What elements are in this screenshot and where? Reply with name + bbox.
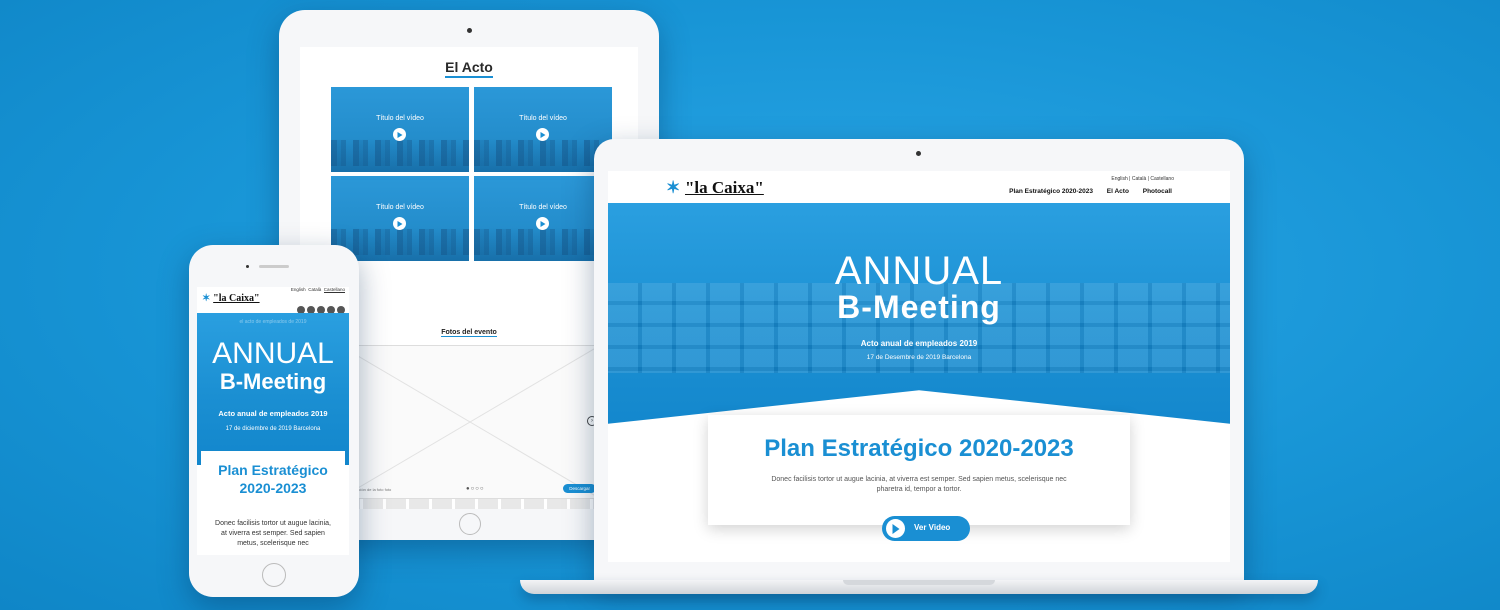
laptop-notch <box>843 580 995 585</box>
laptop-camera <box>916 151 921 156</box>
section-title: El Acto <box>300 59 638 78</box>
download-button[interactable]: Descargar <box>563 484 596 493</box>
video-card[interactable]: Título del vídeo <box>474 87 612 172</box>
phone-screen: ✶ "la Caixa" English Català Castellano e… <box>197 287 349 555</box>
laptop-device: ✶ "la Caixa" English | Català | Castella… <box>594 139 1244 584</box>
hero-date: 17 de diciembre de 2019 Barcelona <box>225 426 321 432</box>
video-card[interactable]: Título del vídeo <box>331 87 469 172</box>
play-icon[interactable] <box>536 217 549 230</box>
hero-title-line1: ANNUAL <box>834 249 1004 293</box>
brand-logo[interactable]: ✶ "la Caixa" <box>202 293 260 304</box>
play-icon[interactable] <box>393 128 406 141</box>
lang-english[interactable]: English <box>291 287 306 292</box>
plan-card: Plan Estratégico 2020-2023 Donec facilis… <box>201 451 345 555</box>
hero-title-line2: B-Meeting <box>219 369 327 394</box>
language-switcher[interactable]: English | Català | Castellano <box>1111 176 1174 182</box>
video-card[interactable]: Título del vídeo <box>474 176 612 261</box>
hero-banner: el acto de empleados de 2019 ANNUAL B-Me… <box>197 313 349 465</box>
phone-home-button <box>262 563 286 587</box>
plan-text: Donec facilisis tortor ut augue lacinia,… <box>215 520 331 547</box>
lang-castellano[interactable]: Castellano <box>323 287 345 293</box>
thumbnail-strip[interactable] <box>340 499 600 509</box>
video-title: Título del vídeo <box>519 115 567 122</box>
play-icon[interactable] <box>536 128 549 141</box>
carousel-dots[interactable]: ●○○○ <box>466 486 485 492</box>
laptop-screen: ✶ "la Caixa" English | Català | Castella… <box>608 171 1230 562</box>
play-icon <box>886 519 905 538</box>
main-menu: Plan Estratégico 2020-2023 El Acto Photo… <box>997 188 1172 195</box>
phone-speaker <box>259 265 289 268</box>
photo-gallery[interactable]: ‹ › Descripción de la foto foto ●○○○ Des… <box>337 345 600 499</box>
image-placeholder-icon <box>341 346 599 498</box>
star-logo-icon: ✶ <box>666 178 681 197</box>
plan-text: Donec facilisis tortor ut augue lacinia,… <box>771 476 1067 493</box>
menu-item-plan[interactable]: Plan Estratégico 2020-2023 <box>1009 188 1093 195</box>
language-switcher: English Català Castellano <box>291 287 345 293</box>
video-title: Título del vídeo <box>519 204 567 211</box>
video-title: Título del vídeo <box>376 204 424 211</box>
brand-logo[interactable]: ✶ "la Caixa" <box>666 178 764 198</box>
phone-camera <box>246 265 249 268</box>
play-icon[interactable] <box>393 217 406 230</box>
top-nav: ✶ "la Caixa" English | Català | Castella… <box>608 171 1230 203</box>
video-card[interactable]: Título del vídeo <box>331 176 469 261</box>
star-logo-icon: ✶ <box>202 293 211 304</box>
menu-item-photocall[interactable]: Photocall <box>1143 188 1172 195</box>
hero-date: 17 de Desembre de 2019 Barcelona <box>866 354 972 361</box>
ver-video-button[interactable]: Ver Video <box>882 516 970 541</box>
lang-catala[interactable]: Català <box>308 287 321 292</box>
hero-title-line2: B-Meeting <box>837 289 1001 325</box>
hero-kicker: el acto de empleados de 2019 <box>239 319 307 325</box>
hero-title-line1: ANNUAL <box>212 337 334 370</box>
plan-title: Plan Estratégico 2020-2023 <box>764 435 1074 462</box>
plan-card: Plan Estratégico 2020-2023 Donec facilis… <box>708 415 1130 525</box>
hero-subtitle: Acto anual de empleados 2019 <box>218 409 328 418</box>
plan-title: Plan Estratégico 2020-2023 <box>218 462 328 496</box>
hero-subtitle: Acto anual de empleados 2019 <box>860 339 978 348</box>
tablet-camera <box>467 28 472 33</box>
phone-device: ✶ "la Caixa" English Català Castellano e… <box>189 245 359 597</box>
hero-banner: ANNUAL B-Meeting Acto anual de empleados… <box>608 203 1230 424</box>
menu-item-el-acto[interactable]: El Acto <box>1107 188 1129 195</box>
video-title: Título del vídeo <box>376 115 424 122</box>
tablet-home-button <box>459 513 481 535</box>
